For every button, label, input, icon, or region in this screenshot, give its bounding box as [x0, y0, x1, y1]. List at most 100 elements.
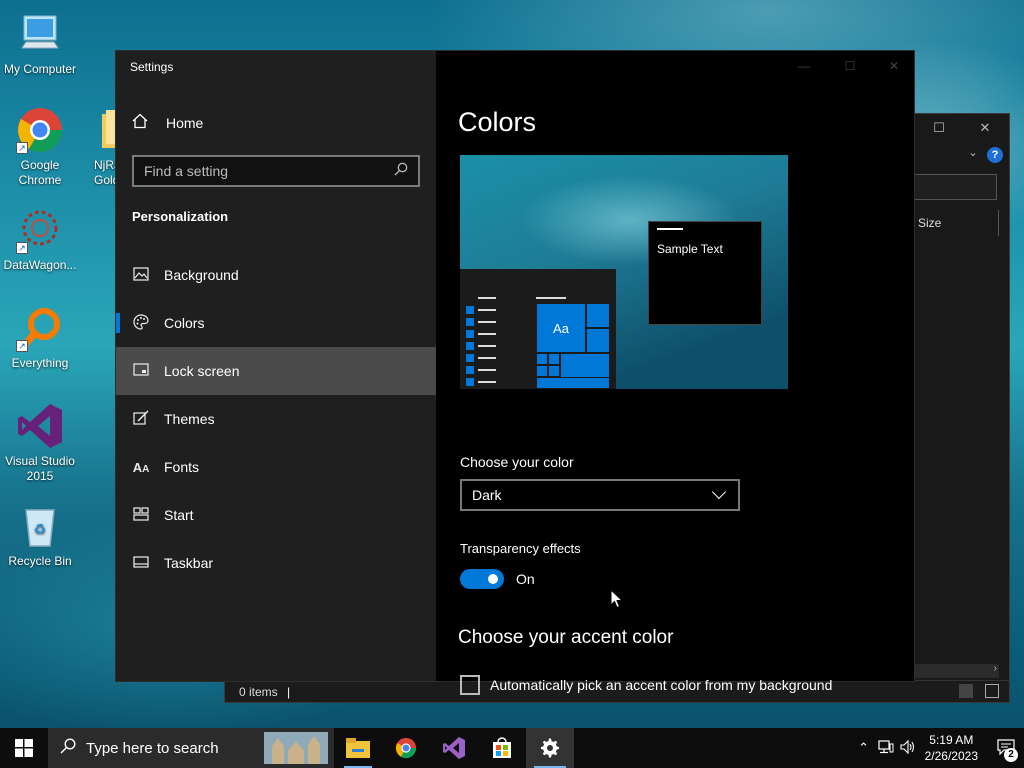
checkbox-label: Automatically pick an accent color from … [490, 677, 833, 693]
desktop-icon-label: Everything [11, 356, 69, 370]
windows-logo-icon [15, 739, 33, 757]
preview-tile [560, 353, 610, 379]
everything-search-icon: ↗ [16, 304, 64, 352]
desktop-icon-datawagon[interactable]: ↗ DataWagon... [0, 206, 80, 273]
search-highlight-image-icon [264, 732, 328, 764]
preview-window: Sample Text [648, 221, 762, 325]
clock[interactable]: 5:19 AM 2/26/2023 [925, 732, 978, 764]
transparency-toggle[interactable] [460, 569, 504, 589]
transparency-label: Transparency effects [460, 541, 581, 556]
nav-item-label: Colors [164, 315, 205, 331]
chevron-down-icon[interactable]: ⌄ [961, 146, 985, 164]
details-view-icon[interactable] [959, 684, 973, 698]
gear-icon [541, 738, 559, 758]
preview-app-list [466, 297, 496, 389]
explorer-titlebar: ☐ ✕ [909, 114, 1009, 144]
nav-item-start[interactable]: Start [116, 491, 436, 539]
action-center-button[interactable]: 2 [988, 738, 1024, 762]
volume-icon[interactable] [897, 739, 919, 757]
desktop-icon-visual-studio[interactable]: Visual Studio 2015 [0, 402, 80, 484]
nav-item-themes[interactable]: Themes [116, 395, 436, 443]
brush-icon [132, 409, 150, 429]
desktop-icon-label: Visual Studio 2015 [5, 454, 75, 483]
close-icon[interactable]: ✕ [973, 120, 997, 138]
home-icon [132, 113, 152, 132]
desktop-icon-recycle-bin[interactable]: ♻ Recycle Bin [0, 502, 80, 569]
start-icon [132, 506, 150, 524]
choose-color-dropdown[interactable]: Dark [460, 479, 740, 511]
column-header-size[interactable]: Size [909, 210, 999, 236]
taskbar-visual-studio[interactable] [430, 728, 478, 768]
auto-accent-checkbox[interactable]: Automatically pick an accent color from … [460, 675, 832, 695]
taskbar-icon [132, 555, 150, 571]
desktop-icon-everything[interactable]: ↗ Everything [0, 304, 80, 371]
choose-color-value: Dark [472, 487, 502, 503]
start-button[interactable] [0, 728, 48, 768]
taskbar-search-box[interactable]: Type here to search [48, 728, 334, 768]
chrome-icon: ↗ [16, 106, 64, 154]
taskbar: Type here to search ⌃ 5:19 AM 2/26/2023 … [0, 728, 1024, 768]
taskbar-chrome[interactable] [382, 728, 430, 768]
transparency-state: On [516, 571, 535, 587]
network-icon[interactable] [875, 739, 897, 757]
nav-item-label: Start [164, 507, 194, 523]
close-icon[interactable]: ✕ [882, 59, 906, 75]
image-icon [132, 266, 150, 284]
preview-tile [548, 365, 560, 377]
preview-sample-text: Sample Text [657, 242, 723, 256]
search-icon[interactable] [394, 162, 408, 181]
system-tray: ⌃ 5:19 AM 2/26/2023 2 [853, 728, 1024, 768]
large-icons-view-icon[interactable] [985, 684, 999, 698]
color-preview: Aa Sample Text [460, 155, 788, 389]
visual-studio-icon [443, 737, 465, 759]
chevron-up-icon[interactable]: ⌃ [853, 740, 875, 756]
nav-item-colors[interactable]: Colors [116, 299, 436, 347]
nav-item-fonts[interactable]: AA Fonts [116, 443, 436, 491]
maximize-icon[interactable]: ☐ [838, 59, 862, 75]
checkbox[interactable] [460, 675, 480, 695]
explorer-search-input[interactable] [913, 174, 997, 200]
preview-tile [536, 353, 548, 365]
taskbar-search-text: Type here to search [86, 739, 219, 757]
store-icon [493, 737, 511, 758]
desktop-icon-label: Recycle Bin [8, 554, 72, 568]
taskbar-file-explorer[interactable] [334, 728, 382, 768]
choose-color-label: Choose your color [460, 454, 574, 470]
chevron-down-icon [711, 484, 727, 500]
nav-item-label: Fonts [164, 459, 200, 475]
page-title: Colors [458, 107, 537, 137]
maximize-icon[interactable]: ☐ [927, 120, 951, 138]
nav-item-label: Lock screen [164, 363, 240, 379]
search-input[interactable] [144, 163, 394, 179]
font-icon: AA [132, 459, 150, 475]
clock-time: 5:19 AM [929, 733, 974, 747]
taskbar-settings[interactable] [526, 728, 574, 768]
personalization-nav: Background Colors Lock screen Themes AA … [116, 251, 436, 587]
nav-item-taskbar[interactable]: Taskbar [116, 539, 436, 587]
scroll-right-icon[interactable]: › [994, 663, 997, 674]
minimize-icon[interactable]: — [792, 59, 816, 75]
find-setting-search[interactable] [132, 155, 420, 187]
help-button[interactable]: ? [987, 147, 1003, 163]
desktop-icon-njrat[interactable]: NjRa Gold [64, 106, 120, 188]
nav-item-background[interactable]: Background [116, 251, 436, 299]
lock-screen-icon [132, 362, 150, 380]
item-count: 0 items [239, 685, 278, 699]
search-icon [60, 737, 76, 759]
horizontal-scrollbar[interactable]: › [905, 663, 999, 678]
desktop-icon-label: NjRa Gold [94, 158, 120, 187]
taskbar-store[interactable] [478, 728, 526, 768]
preview-tile [536, 377, 610, 389]
settings-content: — ☐ ✕ Colors Aa Sample Text Choose your … [436, 51, 914, 695]
section-heading: Personalization [132, 209, 229, 224]
desktop-icon-my-computer[interactable]: My Computer [0, 10, 80, 77]
chrome-icon [395, 737, 417, 759]
window-title: Settings [130, 60, 174, 74]
home-nav-item[interactable]: Home [132, 113, 203, 132]
home-label: Home [166, 114, 204, 131]
clock-date: 2/26/2023 [924, 749, 978, 763]
recycle-bin-icon: ♻ [16, 502, 64, 550]
nav-item-lock-screen[interactable]: Lock screen [116, 347, 436, 395]
settings-window[interactable]: Settings Home Personalization Background [115, 50, 915, 695]
preview-tile [586, 328, 610, 353]
